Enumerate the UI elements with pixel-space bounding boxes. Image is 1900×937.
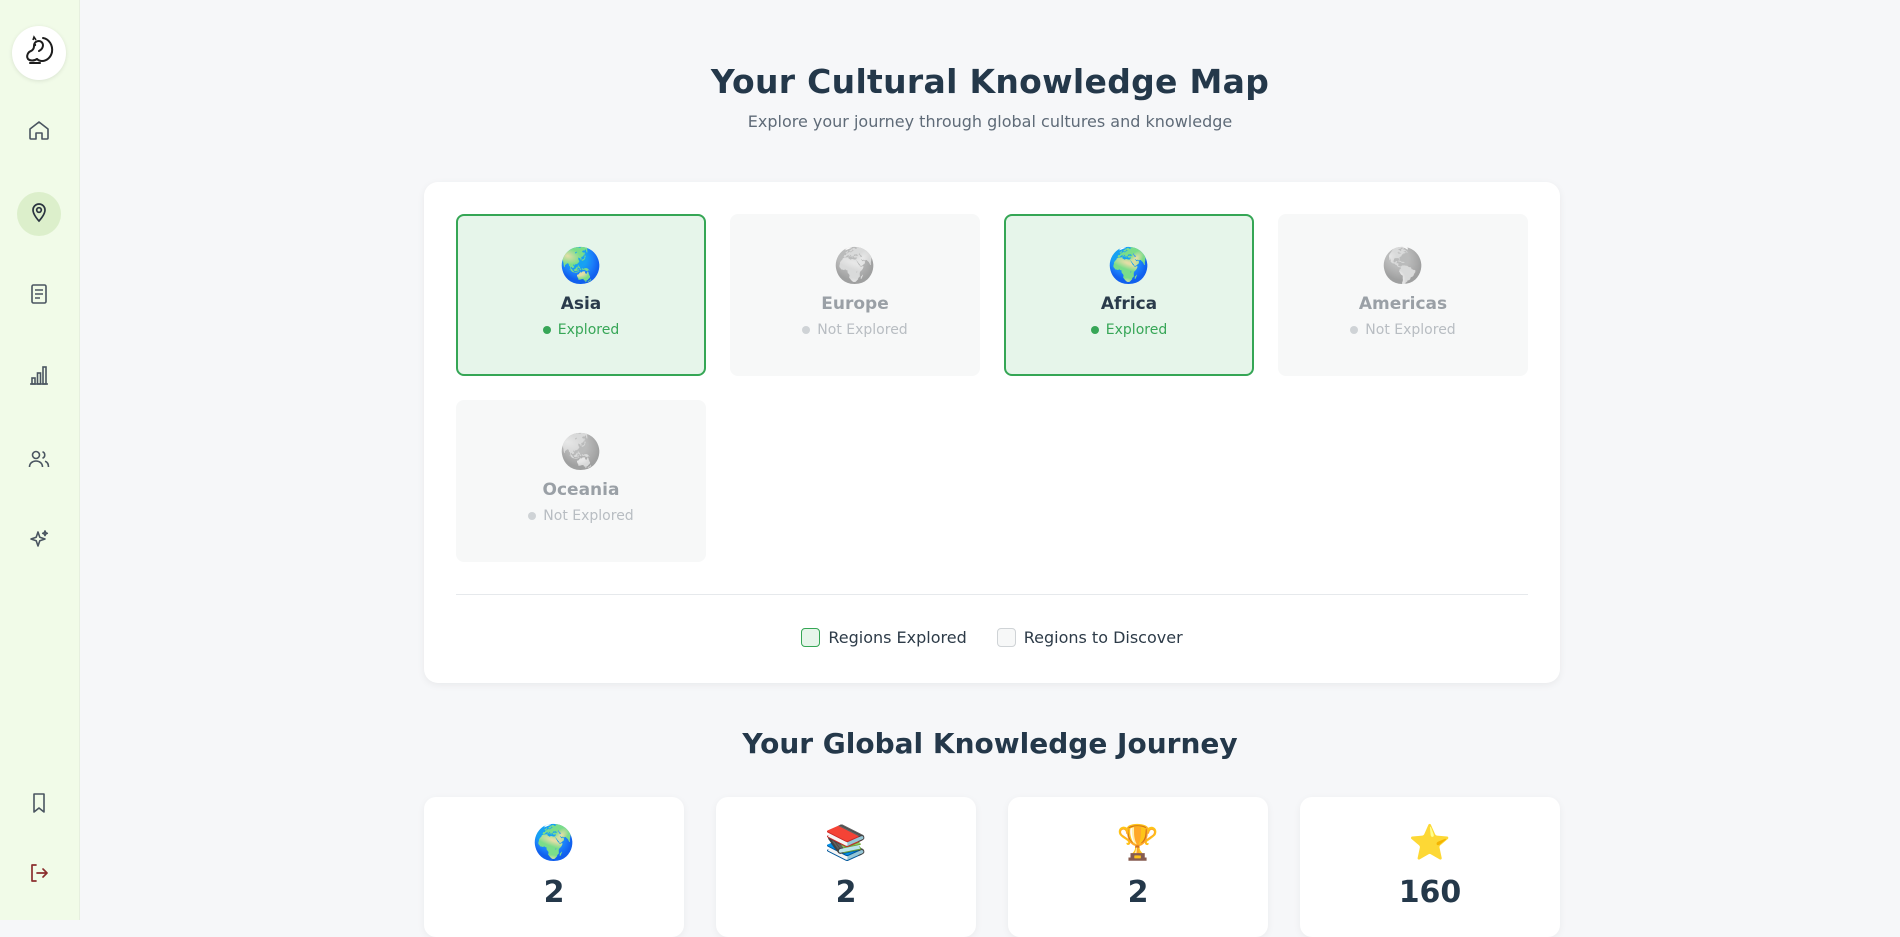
- stat-card-books: 📚 2: [716, 797, 976, 937]
- app-logo[interactable]: [12, 26, 66, 80]
- globe-oceania-icon: 🌏: [559, 432, 603, 472]
- region-status: Explored: [1090, 322, 1168, 338]
- region-status: Not Explored: [528, 508, 634, 524]
- region-name: Europe: [821, 294, 889, 314]
- status-dot: [1350, 326, 1359, 334]
- region-europe[interactable]: 🌍 Europe Not Explored: [730, 214, 980, 376]
- legend-label: Regions to Discover: [1023, 628, 1183, 647]
- status-text: Not Explored: [817, 322, 908, 338]
- sidebar: [0, 0, 80, 920]
- globe-asia-icon: 🌏: [559, 246, 603, 286]
- trophy-icon: 🏆: [1116, 823, 1160, 863]
- nav-bookmarks-button[interactable]: [17, 783, 61, 827]
- users-icon: [27, 447, 51, 475]
- stat-card-trophies: 🏆 2: [1008, 797, 1268, 937]
- globe-europe-icon: 🌍: [833, 246, 877, 286]
- status-text: Not Explored: [1365, 322, 1456, 338]
- knowledge-map-card: 🌏 Asia Explored 🌍 Europe Not Explored 🌍 …: [424, 182, 1560, 683]
- globe-icon: 🌍: [532, 823, 576, 863]
- main-content: Your Cultural Knowledge Map Explore your…: [80, 0, 1900, 937]
- logout-button[interactable]: [17, 853, 61, 897]
- region-name: Africa: [1100, 294, 1158, 314]
- map-legend: Regions Explored Regions to Discover: [424, 628, 1560, 647]
- legend-to-discover-swatch: [996, 628, 1016, 647]
- nav-stats-button[interactable]: [17, 355, 61, 399]
- status-text: Explored: [1105, 322, 1168, 338]
- bookmark-icon: [27, 791, 51, 819]
- region-name: Americas: [1358, 294, 1448, 314]
- status-dot: [1090, 326, 1099, 334]
- region-oceania[interactable]: 🌏 Oceania Not Explored: [456, 400, 706, 562]
- stat-value: 160: [1398, 875, 1462, 910]
- nav-home-button[interactable]: [17, 110, 61, 154]
- globe-americas-icon: 🌎: [1381, 246, 1425, 286]
- globe-africa-icon: 🌍: [1107, 246, 1151, 286]
- stat-value: 2: [1127, 875, 1149, 910]
- status-dot: [542, 326, 551, 334]
- legend-label: Regions Explored: [828, 628, 967, 647]
- status-dot: [802, 326, 811, 334]
- region-status: Not Explored: [802, 322, 908, 338]
- stat-value: 2: [543, 875, 565, 910]
- star-icon: ⭐: [1408, 823, 1452, 863]
- sparkles-icon: [27, 528, 51, 556]
- squirrel-icon: [21, 33, 57, 73]
- nav-community-button[interactable]: [17, 439, 61, 483]
- status-text: Not Explored: [543, 508, 634, 524]
- divider: [456, 594, 1528, 595]
- region-asia[interactable]: 🌏 Asia Explored: [456, 214, 706, 376]
- region-africa[interactable]: 🌍 Africa Explored: [1004, 214, 1254, 376]
- region-name: Asia: [560, 294, 602, 314]
- legend-to-discover: Regions to Discover: [996, 628, 1183, 647]
- stat-value: 2: [835, 875, 857, 910]
- nav-documents-button[interactable]: [17, 274, 61, 318]
- page-title: Your Cultural Knowledge Map: [710, 62, 1270, 101]
- map-pin-icon: [27, 200, 51, 228]
- page-subtitle: Explore your journey through global cult…: [747, 112, 1233, 131]
- journey-title: Your Global Knowledge Journey: [742, 727, 1238, 760]
- region-americas[interactable]: 🌎 Americas Not Explored: [1278, 214, 1528, 376]
- bar-chart-icon: [27, 363, 51, 391]
- nav-ai-button[interactable]: [17, 520, 61, 564]
- legend-explored: Regions Explored: [801, 628, 967, 647]
- region-name: Oceania: [542, 480, 620, 500]
- status-text: Explored: [557, 322, 620, 338]
- books-icon: 📚: [824, 823, 868, 863]
- region-status: Not Explored: [1350, 322, 1456, 338]
- status-dot: [528, 512, 537, 520]
- legend-explored-swatch: [801, 628, 821, 647]
- nav-map-button[interactable]: [17, 192, 61, 236]
- document-icon: [27, 282, 51, 310]
- logout-icon: [27, 861, 51, 889]
- home-icon: [27, 118, 51, 146]
- stat-card-points: ⭐ 160: [1300, 797, 1560, 937]
- region-status: Explored: [542, 322, 620, 338]
- stat-card-regions: 🌍 2: [424, 797, 684, 937]
